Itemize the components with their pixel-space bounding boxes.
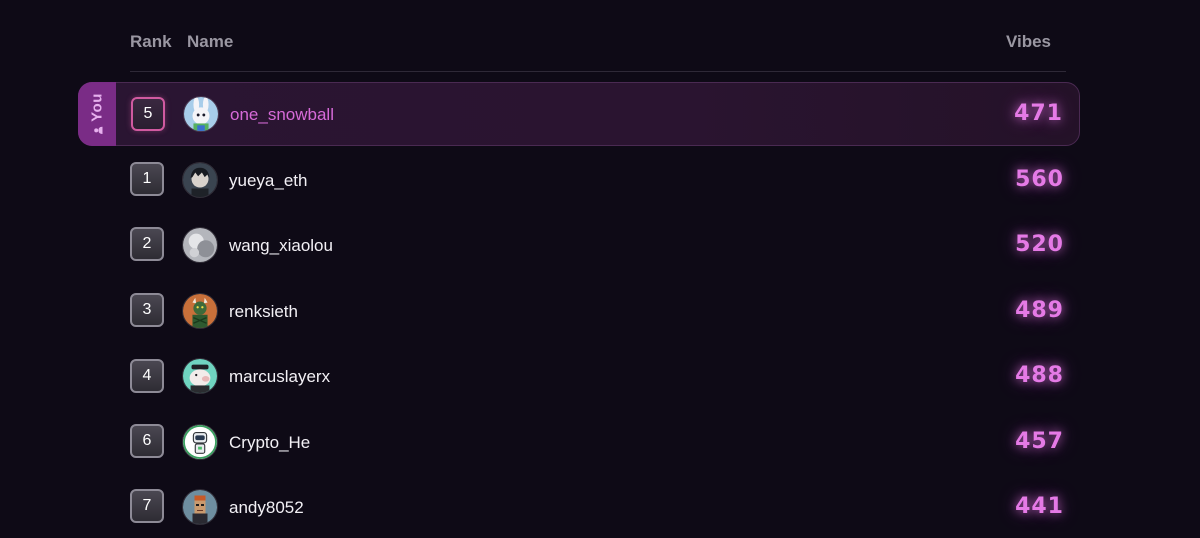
username[interactable]: marcuslayerx bbox=[229, 367, 330, 387]
vibes-score: 520 bbox=[1015, 232, 1064, 257]
leaderboard-row[interactable]: 6 Crypto_He 457 bbox=[0, 409, 1200, 473]
username[interactable]: andy8052 bbox=[229, 498, 304, 518]
pig-avatar[interactable] bbox=[182, 358, 218, 394]
rank-badge: 1 bbox=[130, 162, 164, 196]
rank-badge: 6 bbox=[130, 424, 164, 458]
bunny-avatar[interactable] bbox=[183, 96, 219, 132]
astronaut-avatar[interactable] bbox=[182, 424, 218, 460]
vibes-score: 489 bbox=[1015, 298, 1064, 323]
leaderboard-row[interactable]: 4 marcuslayerx 488 bbox=[0, 344, 1200, 408]
leaderboard-row[interactable]: 7 andy8052 441 bbox=[0, 474, 1200, 538]
vibes-score: 560 bbox=[1015, 167, 1064, 192]
leaderboard-list: You 5 one_snowball 471 1 yueya_eth 560 2… bbox=[0, 0, 1200, 528]
anime-dark-hair-avatar[interactable] bbox=[182, 162, 218, 198]
vibes-score: 441 bbox=[1015, 494, 1064, 519]
grayscale-avatar[interactable] bbox=[182, 227, 218, 263]
username[interactable]: one_snowball bbox=[230, 105, 334, 125]
person-icon bbox=[93, 126, 103, 134]
username[interactable]: Crypto_He bbox=[229, 433, 310, 453]
rank-badge: 3 bbox=[130, 293, 164, 327]
leaderboard-row[interactable]: 2 wang_xiaolou 520 bbox=[0, 213, 1200, 277]
you-tab-label: You bbox=[88, 93, 106, 122]
leaderboard-row[interactable]: 3 renksieth 489 bbox=[0, 278, 1200, 342]
username[interactable]: renksieth bbox=[229, 302, 298, 322]
vibes-score: 471 bbox=[1014, 101, 1063, 126]
rank-badge: 2 bbox=[130, 227, 164, 261]
rank-badge: 5 bbox=[131, 97, 165, 131]
leaderboard: Rank Name Vibes You 5 one_snowball 471 1… bbox=[0, 0, 1200, 528]
username[interactable]: wang_xiaolou bbox=[229, 236, 333, 256]
leaderboard-row[interactable]: 1 yueya_eth 560 bbox=[0, 148, 1200, 212]
vibes-score: 488 bbox=[1015, 363, 1064, 388]
rank-badge: 4 bbox=[130, 359, 164, 393]
you-tab: You bbox=[78, 82, 116, 146]
rank-badge: 7 bbox=[130, 489, 164, 523]
pixel-punk-avatar[interactable] bbox=[182, 489, 218, 525]
current-user-row[interactable]: You 5 one_snowball 471 bbox=[78, 82, 1080, 146]
green-creature-avatar[interactable] bbox=[182, 293, 218, 329]
vibes-score: 457 bbox=[1015, 429, 1064, 454]
username[interactable]: yueya_eth bbox=[229, 171, 307, 191]
